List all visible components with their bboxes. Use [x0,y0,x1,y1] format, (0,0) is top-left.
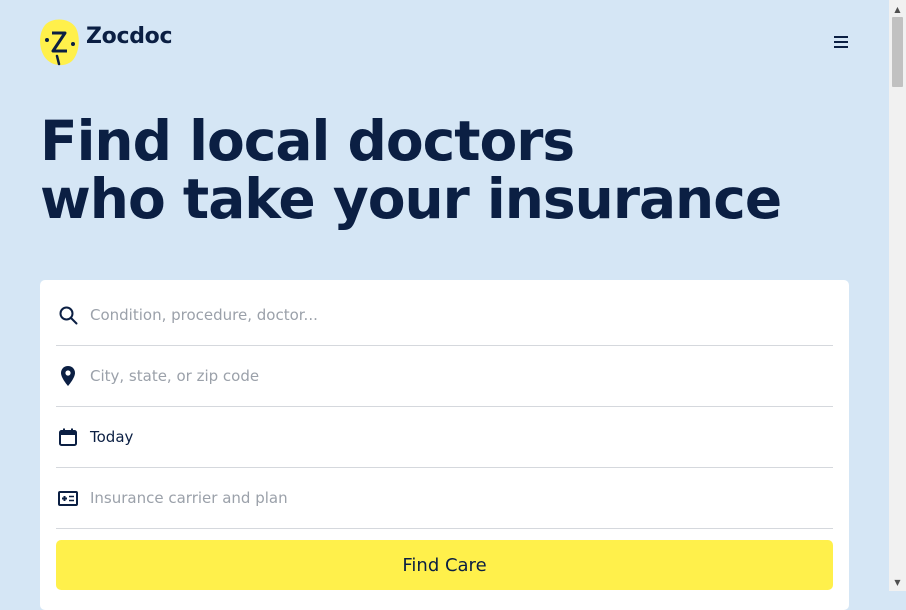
insurance-input[interactable] [90,489,790,507]
insurance-card-icon [58,488,78,508]
calendar-icon [58,427,78,447]
zocdoc-logo[interactable]: Zocdoc [40,18,173,66]
vertical-scrollbar[interactable]: ▲ ▼ [889,0,906,591]
search-card: Today Find Care [40,280,849,610]
page: Zocdoc Find local doctors who take your … [0,0,889,610]
hamburger-menu-icon[interactable] [832,34,850,50]
location-field[interactable] [56,346,833,407]
scroll-down-arrow-icon[interactable]: ▼ [889,575,906,589]
brand-name: Zocdoc [86,23,173,49]
date-value: Today [90,428,134,446]
scroll-up-arrow-icon[interactable]: ▲ [889,2,906,16]
condition-input[interactable] [90,306,790,324]
location-input[interactable] [90,367,790,385]
search-icon [58,305,78,325]
insurance-field[interactable] [56,468,833,529]
scrollbar-thumb[interactable] [892,17,903,87]
headline-line-1: Find local doctors [40,109,575,173]
zocdoc-logo-mark [40,18,80,66]
page-title: Find local doctors who take your insuran… [40,109,782,231]
condition-field[interactable] [56,285,833,346]
headline-line-2: who take your insurance [40,167,782,231]
location-pin-icon [58,366,78,386]
find-care-button[interactable]: Find Care [56,540,833,590]
date-field[interactable]: Today [56,407,833,468]
